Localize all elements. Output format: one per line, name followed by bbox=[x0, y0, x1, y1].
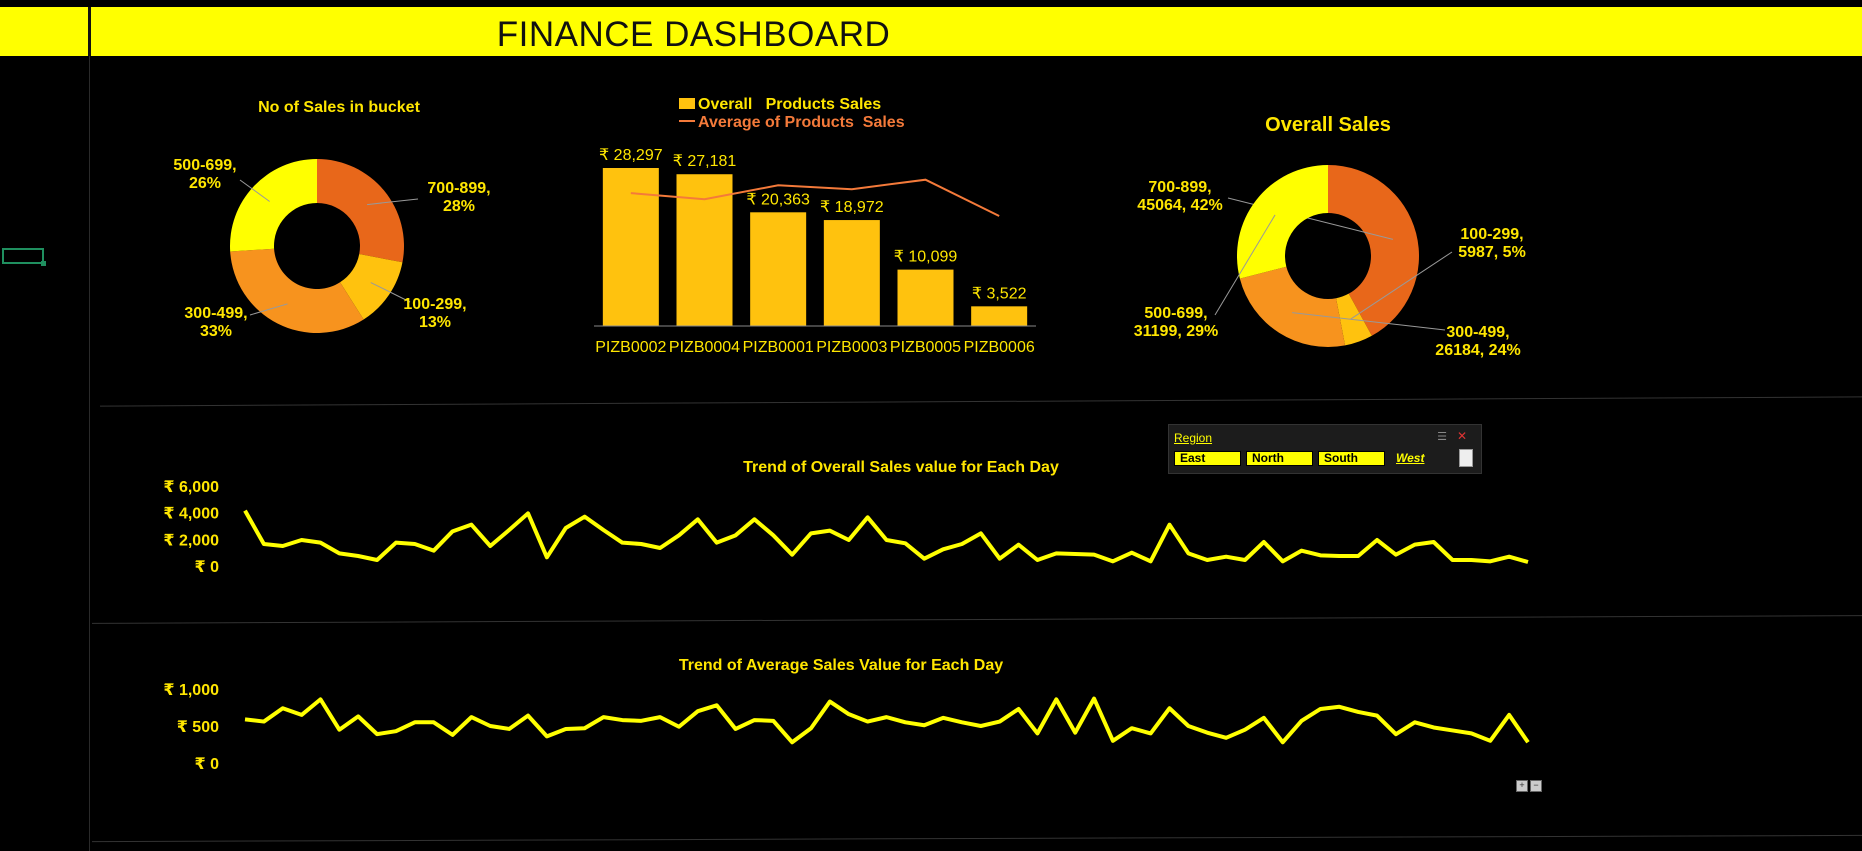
bar-value-label: ₹ 3,522 bbox=[972, 285, 1027, 302]
trend-line bbox=[243, 509, 1529, 564]
slice-label-100-299: 100-299, 5987, 5% bbox=[1458, 226, 1526, 261]
overall-donut-chart: Overall Sales 700-899, 45064, 42% 100-299,… bbox=[1134, 114, 1526, 359]
slice-label-100-299-line: 100-299, bbox=[403, 296, 466, 313]
slice-label-300-499-line: 300-499, bbox=[1446, 324, 1509, 341]
category-label: PIZB0006 bbox=[964, 339, 1035, 356]
daily-average-trend-chart: Trend of Average Sales Value for Each Da… bbox=[163, 657, 1530, 773]
bar-PIZB0005 bbox=[897, 269, 954, 326]
bar-PIZB0002 bbox=[602, 168, 659, 326]
slice-label-100-299-line: 13% bbox=[419, 314, 451, 331]
slice-label-300-499-line: 26184, 24% bbox=[1435, 342, 1520, 359]
legend-line-label: Average of Products Sales bbox=[698, 114, 905, 131]
products-bar-chart: Overall Products Sales Average of Produc… bbox=[594, 96, 1036, 356]
bar-value-label: ₹ 28,297 bbox=[599, 147, 663, 164]
category-label: PIZB0001 bbox=[743, 339, 814, 356]
y-tick-label: ₹ 0 bbox=[195, 756, 220, 773]
slice-300-499 bbox=[1239, 266, 1346, 348]
slice-label-500-699-line: 31199, 29% bbox=[1134, 323, 1219, 340]
slice-label-500-699: 500-699, 31199, 29% bbox=[1134, 305, 1219, 340]
bar-PIZB0006 bbox=[971, 306, 1028, 326]
slice-label-300-499: 300-499, 33% bbox=[184, 305, 247, 340]
slice-label-700-899-line: 28% bbox=[443, 198, 475, 215]
y-tick-label: ₹ 0 bbox=[195, 559, 220, 576]
multi-select-icon[interactable]: ☰ bbox=[1437, 430, 1447, 443]
slicer-item-north[interactable]: North bbox=[1246, 451, 1313, 466]
bar-value-label: ₹ 20,363 bbox=[746, 191, 810, 208]
slice-label-700-899-line: 45064, 42% bbox=[1137, 197, 1222, 214]
slice-300-499 bbox=[230, 248, 364, 334]
category-label: PIZB0003 bbox=[816, 339, 887, 356]
slice-label-700-899: 700-899, 28% bbox=[427, 180, 490, 215]
slice-label-700-899-line: 700-899, bbox=[1148, 179, 1211, 196]
clear-filter-icon[interactable]: ✕ bbox=[1457, 429, 1467, 443]
category-label: PIZB0002 bbox=[595, 339, 666, 356]
overall-chart-title: Overall Sales bbox=[1265, 114, 1391, 136]
slice-label-300-499: 300-499, 26184, 24% bbox=[1435, 324, 1520, 359]
slicer-scrollbar[interactable] bbox=[1459, 449, 1473, 467]
slice-label-300-499-line: 300-499, bbox=[184, 305, 247, 322]
trend-avg-title: Trend of Average Sales Value for Each Da… bbox=[679, 657, 1003, 674]
region-slicer[interactable]: Region ☰ ✕ East North South West bbox=[1168, 424, 1482, 474]
bucket-donut-chart: No of Sales in bucket 700-899, 28% 100-299… bbox=[173, 99, 490, 340]
bucket-chart-title: No of Sales in bucket bbox=[258, 99, 420, 116]
y-tick-label: ₹ 6,000 bbox=[163, 479, 219, 496]
slice-label-700-899: 700-899, 45064, 42% bbox=[1137, 179, 1222, 214]
slicer-item-east[interactable]: East bbox=[1174, 451, 1241, 466]
slice-label-100-299-line: 5987, 5% bbox=[1458, 244, 1526, 261]
slice-label-500-699-line: 500-699, bbox=[1144, 305, 1207, 322]
trend-total-title: Trend of Overall Sales value for Each Da… bbox=[743, 459, 1059, 476]
slice-label-500-699-line: 500-699, bbox=[173, 157, 236, 174]
bar-value-label: ₹ 18,972 bbox=[820, 199, 884, 216]
daily-total-trend-chart: Trend of Overall Sales value for Each Da… bbox=[163, 459, 1529, 576]
trend-line bbox=[244, 696, 1530, 745]
slice-label-500-699: 500-699, 26% bbox=[173, 157, 236, 192]
dashboard-charts: No of Sales in bucket 700-899, 28%100-299… bbox=[163, 96, 1530, 773]
y-tick-label: ₹ 500 bbox=[177, 719, 219, 736]
y-tick-label: ₹ 1,000 bbox=[163, 682, 219, 699]
legend-bar-swatch bbox=[679, 98, 695, 109]
slicer-item-west[interactable]: West bbox=[1390, 451, 1457, 466]
slice-label-100-299: 100-299, 13% bbox=[403, 296, 466, 331]
zoom-controls[interactable]: + − bbox=[1516, 780, 1542, 792]
bar-value-label: ₹ 27,181 bbox=[673, 153, 737, 170]
slice-label-100-299-line: 100-299, bbox=[1460, 226, 1523, 243]
slice-label-700-899-line: 700-899, bbox=[427, 180, 490, 197]
slice-label-300-499-line: 33% bbox=[200, 323, 232, 340]
slice-label-500-699-line: 26% bbox=[189, 175, 221, 192]
bar-PIZB0003 bbox=[823, 220, 880, 326]
slice-500-699 bbox=[1237, 165, 1328, 279]
bar-value-label: ₹ 10,099 bbox=[894, 249, 958, 266]
slice-500-699 bbox=[230, 159, 317, 252]
expand-icon[interactable]: + bbox=[1516, 780, 1528, 792]
slicer-item-south[interactable]: South bbox=[1318, 451, 1385, 466]
y-tick-label: ₹ 2,000 bbox=[163, 532, 219, 549]
y-tick-label: ₹ 4,000 bbox=[163, 506, 219, 523]
collapse-icon[interactable]: − bbox=[1530, 780, 1542, 792]
category-label: PIZB0005 bbox=[890, 339, 961, 356]
bar-PIZB0001 bbox=[750, 212, 807, 326]
legend-bar-label: Overall Products Sales bbox=[698, 96, 881, 113]
category-label: PIZB0004 bbox=[669, 339, 740, 356]
slicer-title: Region bbox=[1174, 431, 1213, 445]
slice-700-899 bbox=[317, 159, 404, 263]
